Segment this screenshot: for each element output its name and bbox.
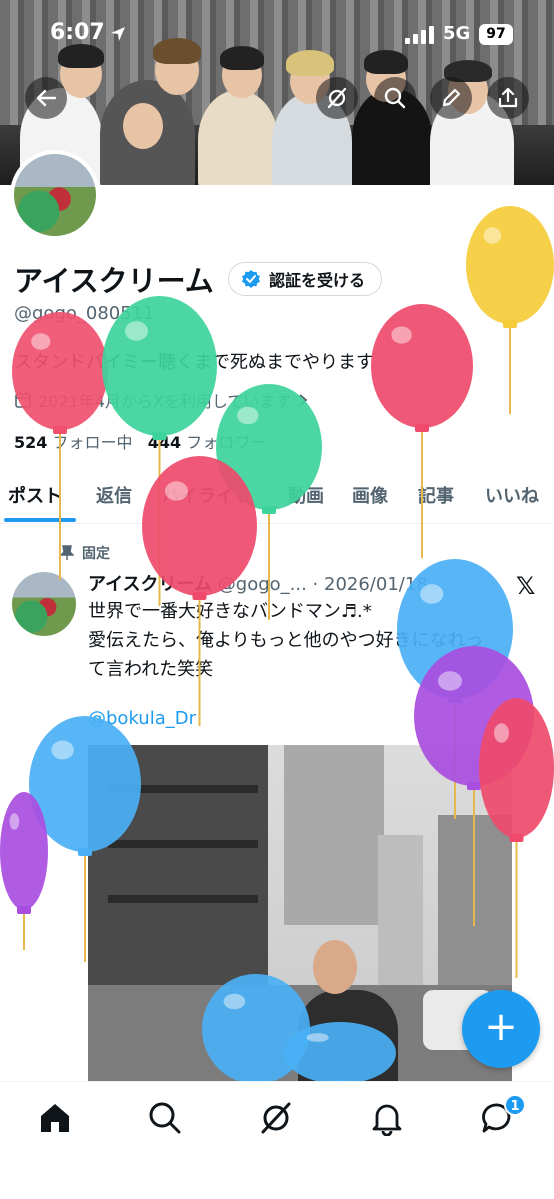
tab-posts[interactable]: ポスト: [8, 482, 62, 508]
followers-link[interactable]: 444 フォロワー: [148, 433, 267, 452]
pin-icon: [60, 545, 74, 560]
post-header: アイスクリーム @gogo_... · 2026/01/18: [88, 570, 428, 596]
followers-label: フォロワー: [186, 433, 267, 452]
arrow-left-icon: [36, 89, 57, 107]
location-arrow-icon: [111, 27, 125, 41]
profile-bio: スタンドバイミー聴くまで死ぬまでやります: [14, 352, 374, 373]
edit-button[interactable]: [430, 77, 472, 119]
balloon: [0, 792, 48, 964]
battery-indicator: 97: [479, 24, 513, 45]
share-icon: [498, 87, 518, 108]
post-date[interactable]: · 2026/01/18: [313, 574, 428, 595]
post-text-line: 愛伝えたら、俺よりもっと他のやつ好きになれっ: [88, 630, 484, 651]
share-button[interactable]: [487, 77, 529, 119]
messages-badge: 1: [504, 1094, 526, 1116]
tab-likes[interactable]: いいね: [485, 482, 539, 508]
profile-tabs: ポスト 返信 ハイライト 動画 画像 記事 いいね: [0, 470, 554, 524]
post-text: 世界で一番大好きなバンドマン♬.* 愛伝えたら、俺よりもっと他のやつ好きになれっ…: [88, 597, 538, 684]
get-verified-button[interactable]: 認証を受ける: [228, 262, 383, 296]
banner-person: [198, 90, 278, 185]
chevron-right-icon: [299, 394, 308, 406]
tab-replies[interactable]: 返信: [96, 482, 132, 508]
calendar-icon: [15, 392, 31, 408]
photo-building: [88, 745, 268, 985]
joined-date-label: 2021年4月からXを利用しています: [38, 392, 292, 411]
pinned-indicator: 固定: [60, 543, 110, 563]
pinned-label: 固定: [82, 546, 110, 562]
search-nav-icon[interactable]: [147, 1100, 183, 1136]
balloon: [371, 304, 473, 572]
photo-balcony: [108, 840, 258, 848]
verified-badge-icon: [242, 270, 260, 288]
post-text-line: て言われた笑笑: [88, 659, 214, 680]
profile-handle: @gogo_080511: [14, 303, 155, 324]
tab-highlights[interactable]: ハイライト: [162, 482, 252, 508]
balloon: [466, 206, 554, 428]
post-author-avatar[interactable]: [12, 572, 76, 636]
joined-date[interactable]: 2021年4月からXを利用しています: [14, 388, 309, 412]
pencil-icon: [442, 88, 461, 107]
post-text-line: 世界で一番大好きなバンドマン♬.*: [88, 601, 372, 622]
post-author-name[interactable]: アイスクリーム: [88, 574, 212, 595]
bottom-navigation: [0, 1081, 554, 1199]
photo-balcony: [108, 785, 258, 793]
following-count: 524: [14, 433, 48, 452]
tab-videos[interactable]: 動画: [288, 482, 324, 508]
search-icon: [384, 87, 406, 109]
bell-icon[interactable]: [369, 1100, 405, 1136]
tab-images[interactable]: 画像: [352, 482, 388, 508]
profile-avatar[interactable]: [10, 150, 100, 240]
photo-person: [298, 990, 398, 1081]
active-tab-indicator: [4, 518, 76, 522]
status-bar: 6:07 5G 97: [0, 0, 554, 72]
follow-stats: 524 フォロー中 444 フォロワー: [14, 429, 266, 453]
grok-icon: [327, 87, 347, 109]
banner-person-head: [123, 103, 163, 149]
network-label: 5G: [443, 23, 471, 44]
post-mention-link[interactable]: @bokula_Dr: [88, 708, 196, 729]
profile-name: アイスクリーム: [14, 264, 214, 298]
followers-count: 444: [147, 433, 182, 452]
back-button[interactable]: [25, 77, 67, 119]
post-photo[interactable]: [88, 745, 512, 1081]
get-verified-label: 認証を受ける: [269, 271, 366, 290]
photo-person-head: [313, 940, 357, 994]
x-logo-icon: 𝕏: [516, 572, 536, 600]
status-time: 6:07: [50, 20, 105, 45]
search-profile-button[interactable]: [374, 77, 416, 119]
signal-bars-icon: [405, 26, 434, 44]
tab-articles[interactable]: 記事: [418, 482, 454, 508]
home-icon[interactable]: [37, 1100, 73, 1136]
grok-nav-icon[interactable]: [258, 1100, 294, 1136]
following-link[interactable]: 524 フォロー中: [14, 433, 133, 452]
following-label: フォロー中: [52, 433, 133, 452]
post-author-handle[interactable]: @gogo_...: [218, 574, 307, 595]
photo-building: [378, 835, 423, 985]
photo-balcony: [108, 895, 258, 903]
photo-building: [284, 745, 384, 925]
compose-post-button[interactable]: +: [462, 990, 540, 1068]
grok-button[interactable]: [316, 77, 358, 119]
